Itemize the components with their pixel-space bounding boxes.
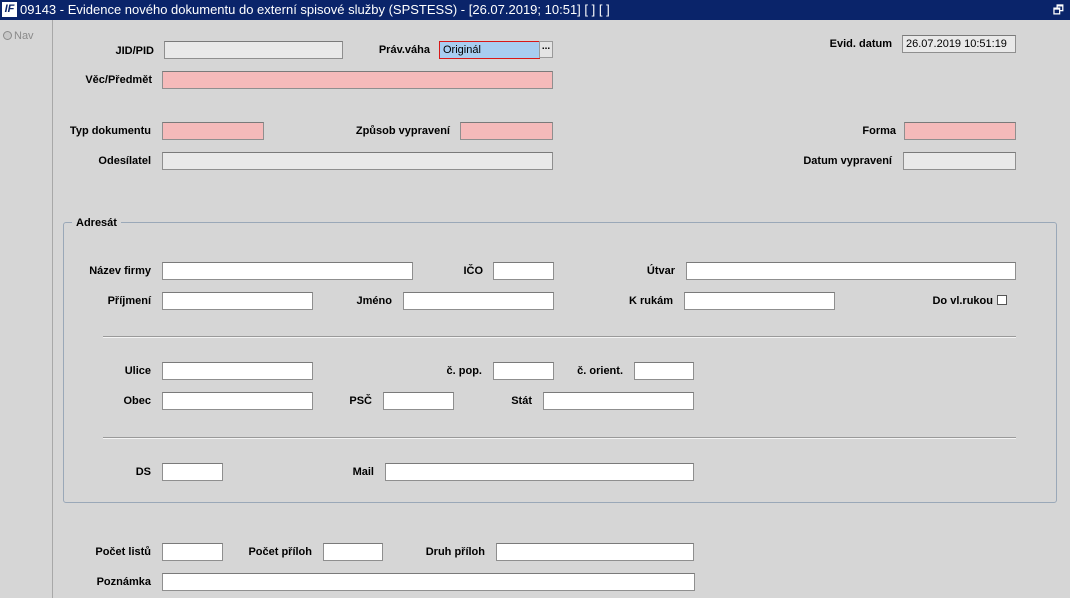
c-orient-field[interactable] bbox=[634, 362, 694, 380]
nazev-firmy-field[interactable] bbox=[162, 262, 413, 280]
ds-label: DS bbox=[135, 466, 151, 478]
ds-field[interactable] bbox=[162, 463, 223, 481]
ico-label: IČO bbox=[463, 265, 483, 277]
vec-field[interactable] bbox=[162, 71, 553, 89]
typ-dokumentu-field[interactable] bbox=[162, 122, 264, 140]
do-vl-rukou-checkbox[interactable] bbox=[997, 295, 1007, 305]
jmeno-label: Jméno bbox=[356, 295, 392, 307]
c-orient-label: č. orient. bbox=[577, 365, 623, 377]
obec-field[interactable] bbox=[162, 392, 313, 410]
c-pop-field[interactable] bbox=[493, 362, 554, 380]
do-vl-rukou-label: Do vl.rukou bbox=[932, 295, 993, 307]
evid-datum-label: Evid. datum bbox=[829, 38, 892, 50]
mail-field[interactable] bbox=[385, 463, 694, 481]
prijmeni-field[interactable] bbox=[162, 292, 313, 310]
nav-panel: Nav bbox=[0, 20, 53, 598]
app-logo-icon: IF bbox=[2, 2, 17, 17]
stat-field[interactable] bbox=[543, 392, 694, 410]
psc-label: PSČ bbox=[349, 395, 372, 407]
window-titlebar: IF 09143 - Evidence nového dokumentu do … bbox=[0, 0, 1070, 20]
k-rukam-label: K rukám bbox=[628, 295, 673, 307]
window-title: 09143 - Evidence nového dokumentu do ext… bbox=[20, 2, 610, 17]
jid-field[interactable] bbox=[164, 41, 343, 59]
evid-datum-field[interactable]: 26.07.2019 10:51:19 bbox=[902, 35, 1016, 53]
utvar-field[interactable] bbox=[686, 262, 1016, 280]
pocet-priloh-field[interactable] bbox=[323, 543, 383, 561]
typ-dokumentu-label: Typ dokumentu bbox=[69, 125, 151, 137]
datum-vypraveni-field[interactable] bbox=[903, 152, 1016, 170]
poznamka-label: Poznámka bbox=[96, 576, 151, 588]
odesilatel-field[interactable] bbox=[162, 152, 553, 170]
psc-field[interactable] bbox=[383, 392, 454, 410]
k-rukam-field[interactable] bbox=[684, 292, 835, 310]
vec-label: Věc/Předmět bbox=[85, 74, 152, 86]
nav-radio-icon bbox=[3, 31, 12, 40]
prijmeni-label: Příjmení bbox=[107, 295, 151, 307]
pocet-listu-label: Počet listů bbox=[95, 546, 151, 558]
mail-label: Mail bbox=[352, 466, 374, 478]
nazev-firmy-label: Název firmy bbox=[89, 265, 151, 277]
stat-label: Stát bbox=[511, 395, 532, 407]
pocet-priloh-label: Počet příloh bbox=[248, 546, 312, 558]
druh-priloh-field[interactable] bbox=[496, 543, 694, 561]
zpusob-vypraveni-field[interactable] bbox=[460, 122, 553, 140]
prav-vaha-lookup-button[interactable]: ... bbox=[539, 41, 553, 58]
ulice-field[interactable] bbox=[162, 362, 313, 380]
ico-field[interactable] bbox=[493, 262, 554, 280]
nav-button[interactable]: Nav bbox=[3, 30, 34, 42]
jmeno-field[interactable] bbox=[403, 292, 554, 310]
obec-label: Obec bbox=[123, 395, 151, 407]
forma-label: Forma bbox=[862, 125, 896, 137]
druh-priloh-label: Druh příloh bbox=[425, 546, 485, 558]
odesilatel-label: Odesílatel bbox=[98, 155, 151, 167]
adresat-legend: Adresát bbox=[72, 216, 121, 230]
forma-field[interactable] bbox=[904, 122, 1016, 140]
restore-icon[interactable]: 🗗 bbox=[1038, 0, 1064, 20]
utvar-label: Útvar bbox=[646, 265, 675, 277]
poznamka-field[interactable] bbox=[162, 573, 695, 591]
adresat-divider bbox=[103, 437, 1016, 439]
datum-vypraveni-label: Datum vypravení bbox=[803, 155, 892, 167]
pocet-listu-field[interactable] bbox=[162, 543, 223, 561]
ulice-label: Ulice bbox=[124, 365, 151, 377]
adresat-divider bbox=[103, 336, 1016, 338]
jid-label: JID/PID bbox=[115, 45, 154, 57]
c-pop-label: č. pop. bbox=[446, 365, 482, 377]
prav-vaha-label: Práv.váha bbox=[378, 44, 430, 56]
zpusob-vypraveni-label: Způsob vypravení bbox=[355, 125, 450, 137]
prav-vaha-field[interactable]: Originál bbox=[439, 41, 540, 59]
